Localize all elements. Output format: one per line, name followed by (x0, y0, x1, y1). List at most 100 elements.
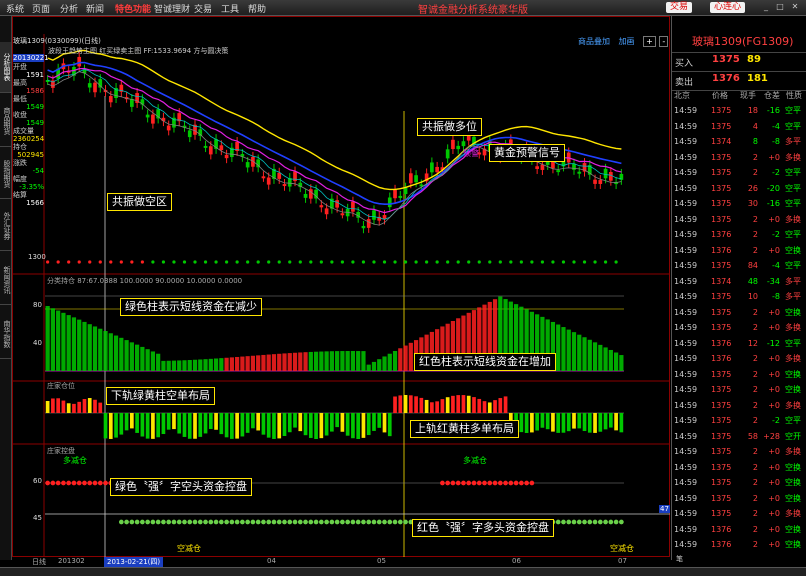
rail-bar (419, 397, 424, 413)
side-tab-chart[interactable]: 分析图表 (0, 42, 11, 93)
tick-row[interactable]: 14:59 1375 2 +0 多换 (672, 150, 806, 166)
menu-item-news[interactable]: 新闻 (86, 2, 104, 15)
rail-bar (435, 401, 439, 413)
tick-row[interactable]: 14:59 1375 30 -16 空平 (672, 196, 806, 212)
control-dot (97, 480, 103, 486)
tick-row[interactable]: 14:59 1375 18 -16 空平 (672, 103, 806, 119)
signal-dot (614, 260, 618, 264)
tick-diff: +0 (768, 385, 780, 394)
tick-row[interactable]: 14:59 1375 2 -2 空平 (672, 165, 806, 181)
signal-dot (109, 260, 113, 264)
tick-row[interactable]: 14:59 1375 4 -4 空平 (672, 119, 806, 135)
tick-row[interactable]: 14:59 1375 2 +0 空换 (672, 460, 806, 476)
tick-row[interactable]: 14:59 1376 2 +0 空换 (672, 522, 806, 538)
indicator-header: 波段王趋势主图 红买绿卖主图 FF:1533.9694 方与圆决策 (48, 47, 229, 55)
tick-row[interactable]: 14:59 1376 2 +0 空换 (672, 537, 806, 553)
tick-time: 14:59 (674, 168, 698, 177)
tick-row[interactable]: 14:59 1376 2 +0 空换 (672, 243, 806, 259)
tick-row[interactable]: 14:59 1375 2 +0 空换 (672, 475, 806, 491)
control-dot (140, 519, 145, 525)
tick-price: 1375 (711, 152, 732, 162)
control-dot (334, 519, 340, 525)
tick-row[interactable]: 14:59 1374 8 -8 多平 (672, 134, 806, 150)
tick-row[interactable]: 14:59 1375 2 +0 空换 (672, 491, 806, 507)
control-dot (445, 480, 451, 486)
buy-quote[interactable]: 买入 1375 89 (672, 52, 806, 71)
tick-row[interactable]: 14:59 1375 58 +28 空开 (672, 429, 806, 445)
menu-item-tools[interactable]: 工具 (221, 2, 239, 15)
period-label[interactable]: 日线 (32, 557, 46, 567)
control-dot (50, 480, 56, 486)
control-dot (229, 519, 235, 525)
tick-row[interactable]: 14:59 1375 2 +0 多换 (672, 212, 806, 228)
side-tab-commodity[interactable]: 商品期货 (0, 96, 11, 147)
golden-marker: 预警 (463, 149, 479, 158)
rail-bar (403, 395, 408, 413)
tick-row[interactable]: 14:59 1375 2 +0 空换 (672, 367, 806, 383)
tick-diff: -2 (772, 416, 780, 425)
tick-vol: 12 (747, 338, 758, 348)
flow-bar (198, 359, 203, 371)
help-button[interactable]: 心连心 (710, 2, 746, 13)
tick-row[interactable]: 14:59 1375 2 -2 空平 (672, 413, 806, 429)
flow-bar (177, 360, 182, 371)
menu-item-finance[interactable]: 智诚理财 (154, 2, 190, 15)
tick-row[interactable]: 14:59 1376 12 -12 空平 (672, 336, 806, 352)
tick-row[interactable]: 14:59 1375 2 +0 空换 (672, 305, 806, 321)
tick-time: 14:59 (674, 183, 698, 193)
tick-tab[interactable]: 笔 (676, 554, 683, 564)
sell-quote[interactable]: 卖出 1376 181 (672, 71, 806, 91)
minimize-button[interactable]: _ (760, 2, 772, 12)
info-value: 502945 (17, 151, 44, 159)
tick-row[interactable]: 14:59 1375 2 +0 多换 (672, 506, 806, 522)
menu-item-system[interactable]: 系统 (6, 2, 24, 15)
control-dot (482, 480, 487, 486)
tick-row[interactable]: 14:59 1376 2 +0 多换 (672, 351, 806, 367)
tick-row[interactable]: 14:59 1376 2 -2 空平 (672, 227, 806, 243)
menu-item-help[interactable]: 帮助 (248, 2, 266, 15)
draw-tab[interactable]: 加画 (619, 37, 635, 46)
tick-price: 1375 (711, 369, 732, 379)
bar-info-panel: 20130221 开盘 1591 最高 1586 最低 1549 收盘 1549 成交量 2360… (13, 54, 49, 207)
trade-button[interactable]: 交易 (666, 2, 693, 13)
tick-type: 空换 (785, 462, 801, 472)
flow-bar (166, 360, 171, 371)
side-tab-nanhua[interactable]: 南华指数 (0, 310, 11, 359)
tick-time: 14:59 (674, 400, 698, 410)
candle-body (366, 219, 371, 228)
zoom-out-icon[interactable]: - (659, 36, 669, 47)
tick-row[interactable]: 14:59 1375 84 -4 空平 (672, 258, 806, 274)
overlay-tab[interactable]: 商品叠加 (578, 37, 610, 46)
control-dot (461, 480, 466, 486)
sell-volume: 181 (747, 73, 768, 84)
flow-bar (282, 353, 287, 371)
rail-bar (445, 397, 450, 413)
flow-bar (329, 351, 334, 371)
side-tab-forex[interactable]: 外汇证券 (0, 202, 11, 251)
control-dot (203, 519, 208, 525)
tick-time: 14:59 (674, 416, 698, 425)
menu-item-analysis[interactable]: 分析 (60, 2, 78, 15)
menu-item-page[interactable]: 页面 (32, 2, 50, 15)
menu-item-trade[interactable]: 交易 (194, 2, 212, 15)
menu-item-features[interactable]: 特色功能 (115, 2, 151, 15)
side-tab-index-futures[interactable]: 股指期货 (0, 150, 11, 199)
side-tab-news[interactable]: 新闻资讯 (0, 256, 11, 305)
rail-bar (172, 413, 176, 430)
instrument-title: 玻璃1309(FG1309) (692, 35, 794, 48)
tick-time: 14:59 (674, 106, 698, 115)
flow-bar (566, 329, 571, 371)
tick-row[interactable]: 14:59 1375 2 +0 多换 (672, 320, 806, 336)
tick-row[interactable]: 14:59 1375 2 +0 空换 (672, 382, 806, 398)
tick-row[interactable]: 14:59 1375 10 -8 多平 (672, 289, 806, 305)
tick-row[interactable]: 14:59 1375 26 -20 空平 (672, 181, 806, 197)
tick-row[interactable]: 14:59 1375 2 +0 多换 (672, 444, 806, 460)
maximize-button[interactable]: □ (774, 2, 786, 12)
rail-bar (82, 399, 87, 413)
tick-row[interactable]: 14:59 1375 2 +0 多换 (672, 398, 806, 414)
tick-table[interactable]: 14:59 1375 18 -16 空平 14:59 1375 4 -4 空平 14:59 1374 8… (672, 103, 806, 553)
zoom-in-icon[interactable]: + (643, 36, 656, 47)
rail-bar (266, 413, 271, 438)
close-button[interactable]: ✕ (789, 2, 801, 12)
tick-row[interactable]: 14:59 1374 48 -34 多平 (672, 274, 806, 290)
